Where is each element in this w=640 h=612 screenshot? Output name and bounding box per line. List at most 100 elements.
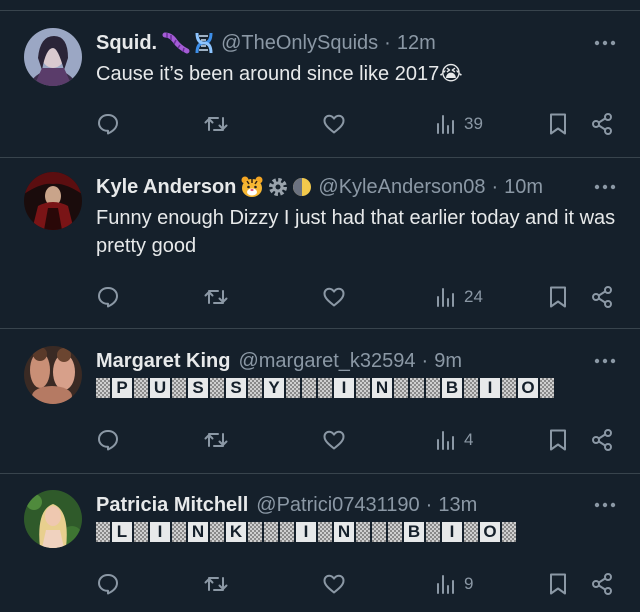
action-bar: 39	[96, 110, 640, 138]
display-name[interactable]: Margaret King	[96, 350, 230, 373]
tweet-header: Squid. @TheOnlySquids · 12m	[96, 28, 640, 58]
divider	[0, 473, 640, 474]
more-icon[interactable]	[590, 32, 620, 54]
tweet[interactable]: Squid. @TheOnlySquids · 12m Cause it’s b…	[0, 28, 640, 158]
retweet-button[interactable]	[204, 570, 228, 598]
like-button[interactable]	[322, 570, 346, 598]
spam-letter: I	[442, 522, 462, 542]
like-button[interactable]	[322, 426, 346, 454]
pixel-block	[426, 378, 440, 398]
separator-dot: ·	[491, 175, 499, 198]
tweet-header: Kyle Anderson @KyleAnderson08 · 10m	[96, 172, 640, 202]
reply-button[interactable]	[96, 426, 120, 454]
pixel-block	[248, 522, 262, 542]
share-button[interactable]	[590, 570, 614, 598]
spam-letter: O	[518, 378, 538, 398]
pixel-block	[410, 378, 424, 398]
reply-button[interactable]	[96, 283, 120, 311]
retweet-icon	[204, 577, 228, 591]
pixel-block	[356, 522, 370, 542]
bookmark-button[interactable]	[546, 570, 570, 598]
bookmark-button[interactable]	[546, 110, 570, 138]
pixel-block	[372, 522, 386, 542]
like-icon	[323, 574, 345, 594]
reply-button[interactable]	[96, 110, 120, 138]
tweet-text: Funny enough Dizzy I just had that earli…	[96, 207, 616, 257]
views-button[interactable]: 24	[434, 283, 483, 311]
display-name[interactable]: Kyle Anderson	[96, 176, 236, 199]
pixel-block	[210, 522, 224, 542]
more-icon[interactable]	[590, 494, 620, 516]
avatar[interactable]	[24, 28, 82, 86]
dna-emoji	[195, 32, 213, 54]
timestamp[interactable]: 12m	[397, 32, 436, 55]
pixel-block	[356, 378, 370, 398]
more-icon[interactable]	[590, 176, 620, 198]
divider	[0, 157, 640, 158]
separator-dot: ·	[421, 349, 429, 372]
loudly-crying-emoji: 😭	[439, 63, 463, 85]
avatar[interactable]	[24, 490, 82, 548]
tweet[interactable]: Kyle Anderson @KyleAnderson08 · 10m Funn…	[0, 172, 640, 329]
spam-letter: S	[226, 378, 246, 398]
tweet-feed: Squid. @TheOnlySquids · 12m Cause it’s b…	[0, 0, 640, 612]
handle[interactable]: @TheOnlySquids	[221, 32, 378, 55]
spam-letter: Y	[264, 378, 284, 398]
pixel-block	[502, 378, 516, 398]
retweet-button[interactable]	[204, 283, 228, 311]
like-icon	[323, 114, 345, 134]
pixel-block	[134, 522, 148, 542]
handle[interactable]: @KyleAnderson08	[318, 176, 485, 199]
retweet-button[interactable]	[204, 110, 228, 138]
views-count: 39	[464, 114, 483, 133]
like-button[interactable]	[322, 283, 346, 311]
pixel-block	[540, 378, 554, 398]
reply-icon	[98, 430, 118, 451]
share-button[interactable]	[590, 426, 614, 454]
more-icon[interactable]	[590, 350, 620, 372]
views-button[interactable]: 9	[434, 570, 473, 598]
spam-letter: I	[480, 378, 500, 398]
pixel-block	[172, 522, 186, 542]
spam-letter: U	[150, 378, 170, 398]
like-icon	[323, 430, 345, 450]
display-name[interactable]: Patricia Mitchell	[96, 494, 248, 517]
reply-button[interactable]	[96, 570, 120, 598]
retweet-icon	[204, 117, 228, 131]
views-button[interactable]: 39	[434, 110, 483, 138]
handle[interactable]: @margaret_k32594	[238, 350, 415, 373]
like-icon	[323, 287, 345, 307]
share-icon	[592, 573, 612, 595]
timestamp[interactable]: 9m	[434, 350, 462, 373]
display-name[interactable]: Squid.	[96, 32, 157, 55]
share-button[interactable]	[590, 283, 614, 311]
bookmark-icon	[550, 429, 566, 451]
share-button[interactable]	[590, 110, 614, 138]
bookmark-button[interactable]	[546, 426, 570, 454]
pixel-block	[464, 378, 478, 398]
divider	[0, 328, 640, 329]
bookmark-button[interactable]	[546, 283, 570, 311]
action-bar: 9	[96, 570, 640, 598]
tweet-text-spam: PUSSYINBIO	[96, 378, 616, 398]
share-icon	[592, 113, 612, 135]
handle[interactable]: @Patrici07431190	[256, 494, 419, 517]
like-button[interactable]	[322, 110, 346, 138]
timestamp[interactable]: 10m	[504, 176, 543, 199]
tweet[interactable]: Patricia Mitchell @Patrici07431190 · 13m…	[0, 490, 640, 612]
action-bar: 4	[96, 426, 640, 454]
tweet[interactable]: Margaret King @margaret_k32594 · 9m PUSS…	[0, 346, 640, 474]
views-count: 24	[464, 287, 483, 306]
timestamp[interactable]: 13m	[438, 494, 477, 517]
pixel-block	[394, 378, 408, 398]
views-button[interactable]: 4	[434, 426, 473, 454]
avatar[interactable]	[24, 346, 82, 404]
spam-letter: K	[226, 522, 246, 542]
retweet-button[interactable]	[204, 426, 228, 454]
avatar[interactable]	[24, 172, 82, 230]
reply-icon	[98, 287, 118, 308]
retweet-icon	[204, 290, 228, 304]
pixel-block	[302, 378, 316, 398]
pixel-block	[388, 522, 402, 542]
views-count: 4	[464, 430, 474, 449]
